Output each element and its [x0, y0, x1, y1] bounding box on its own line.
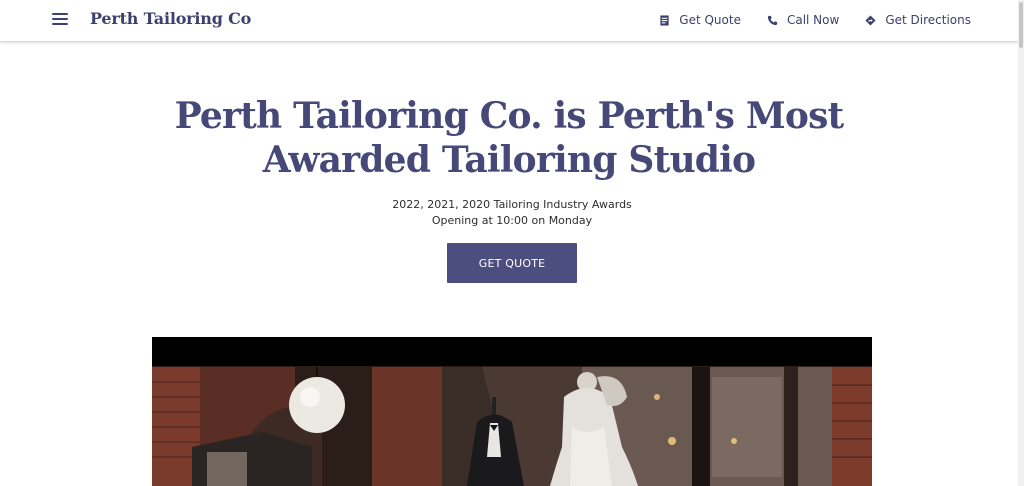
get-quote-link[interactable]: Get Quote [659, 13, 741, 27]
top-app-bar: Perth Tailoring Co Get Quote Call Now Ge… [0, 0, 1018, 42]
storefront-photo [152, 337, 872, 486]
hamburger-menu-icon[interactable] [52, 13, 68, 27]
phone-icon [767, 15, 778, 25]
call-now-link[interactable]: Call Now [767, 13, 839, 27]
opening-hours-text: Opening at 10:00 on Monday [431, 214, 593, 227]
get-quote-button[interactable]: GET QUOTE [447, 243, 577, 283]
hero-title-line-2: Awarded Tailoring Studio [262, 139, 756, 181]
directions-icon [865, 14, 876, 26]
awards-text: 2022, 2021, 2020 Tailoring Industry Awar… [392, 198, 632, 211]
scrollbar-thumb[interactable] [1019, 2, 1023, 48]
hero-title-line-1: Perth Tailoring Co. is Perth's Most [174, 95, 845, 137]
hero-title: Perth Tailoring Co. is Perth's Most Awar… [0, 94, 1018, 182]
call-now-label: Call Now [786, 13, 840, 27]
get-directions-link[interactable]: Get Directions [865, 13, 971, 27]
get-quote-label: Get Quote [679, 13, 741, 27]
page-scrollbar[interactable] [1018, 0, 1024, 486]
header-nav: Get Quote Call Now Get Directions [659, 13, 1018, 27]
hero-subtitle: 2022, 2021, 2020 Tailoring Industry Awar… [0, 197, 1024, 229]
storefront-illustration [152, 337, 872, 486]
get-directions-label: Get Directions [885, 13, 971, 27]
quote-form-icon [660, 14, 669, 26]
site-brand[interactable]: Perth Tailoring Co [90, 9, 251, 28]
